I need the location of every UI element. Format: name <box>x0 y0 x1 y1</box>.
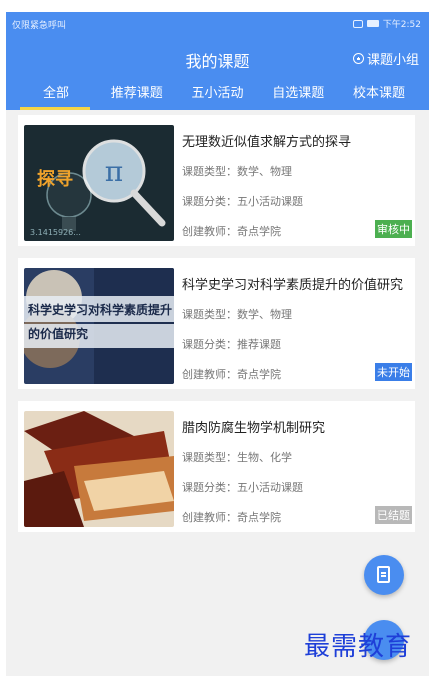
status-badge: 已结题 <box>375 506 412 524</box>
app-screen: 仅限紧急呼叫 下午2:52 我的课题 课题小组 全部 推荐课题 五小活动 自选课… <box>6 12 429 676</box>
thumb-number: 3.1415926... <box>30 228 81 237</box>
topic-thumbnail: π 探寻 3.1415926... <box>24 125 174 241</box>
topic-teacher: 创建教师：奇点学院 <box>182 225 281 238</box>
tab-five-activities[interactable]: 五小活动 <box>178 84 258 110</box>
document-fab-button[interactable] <box>364 555 404 595</box>
topic-teacher: 创建教师：奇点学院 <box>182 368 281 381</box>
status-carrier: 仅限紧急呼叫 <box>12 21 67 31</box>
topic-thumbnail <box>24 411 174 527</box>
top-bar <box>0 0 429 12</box>
tab-all[interactable]: 全部 <box>16 84 96 110</box>
app-header: 仅限紧急呼叫 下午2:52 我的课题 课题小组 全部 推荐课题 五小活动 自选课… <box>6 12 429 110</box>
topic-teacher: 创建教师：奇点学院 <box>182 511 281 524</box>
topic-card[interactable]: 科学史学习对科学素质提升的价值研究 科学史学习对科学素质提升的价值研究 课题类型… <box>18 258 415 389</box>
signal-icon <box>352 19 363 28</box>
thumb-text: 探寻 <box>37 168 73 190</box>
thumb-text: 科学史学习对科学素质提升的价值研究 <box>28 303 173 341</box>
status-badge: 未开始 <box>375 363 412 381</box>
document-icon <box>377 566 390 583</box>
topic-category: 课题分类：五小活动课题 <box>182 481 303 494</box>
group-button-label: 课题小组 <box>366 53 419 68</box>
topic-title: 无理数近似值求解方式的探寻 <box>182 135 352 150</box>
status-badge: 审核中 <box>375 220 412 238</box>
tab-school-based[interactable]: 校本课题 <box>339 84 419 110</box>
topic-thumbnail: 科学史学习对科学素质提升的价值研究 <box>24 268 174 384</box>
topic-type: 课题类型：生物、化学 <box>182 451 292 464</box>
add-circle-icon <box>352 53 364 64</box>
topic-type: 课题类型：数学、物理 <box>182 308 292 321</box>
topic-category: 课题分类：五小活动课题 <box>182 195 303 208</box>
topic-card[interactable]: π 探寻 3.1415926... 无理数近似值求解方式的探寻 课题类型：数学、… <box>18 115 415 246</box>
status-right: 下午2:52 <box>352 17 421 30</box>
topic-title: 腊肉防腐生物学机制研究 <box>182 421 326 436</box>
topic-category: 课题分类：推荐课题 <box>182 338 281 351</box>
watermark: 最需教育 <box>304 632 413 662</box>
pi-symbol: π <box>105 155 123 188</box>
topic-type: 课题类型：数学、物理 <box>182 165 292 178</box>
tab-bar: 全部 推荐课题 五小活动 自选课题 校本课题 <box>6 84 429 110</box>
battery-icon <box>366 20 379 27</box>
topic-title: 科学史学习对科学素质提升的价值研究 <box>182 278 404 293</box>
topic-card[interactable]: 腊肉防腐生物学机制研究 课题类型：生物、化学 课题分类：五小活动课题 创建教师：… <box>18 401 415 532</box>
tab-self-selected[interactable]: 自选课题 <box>258 84 338 110</box>
tab-recommended[interactable]: 推荐课题 <box>97 84 177 110</box>
status-time: 下午2:52 <box>382 20 421 30</box>
status-bar: 仅限紧急呼叫 下午2:52 <box>6 12 429 34</box>
group-button[interactable]: 课题小组 <box>352 49 419 68</box>
